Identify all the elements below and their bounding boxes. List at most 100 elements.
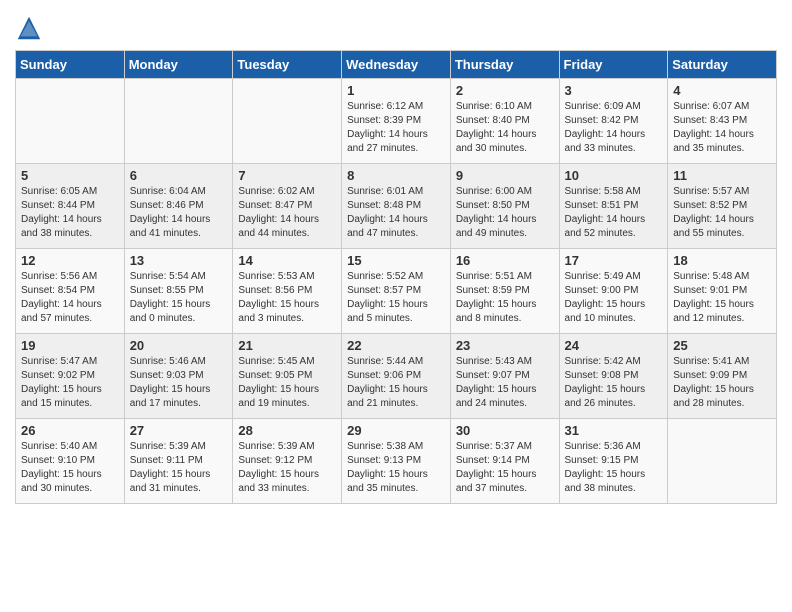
calendar-table: SundayMondayTuesdayWednesdayThursdayFrid… <box>15 50 777 504</box>
day-info: Sunrise: 5:44 AMSunset: 9:06 PMDaylight:… <box>347 355 445 411</box>
day-info: Sunrise: 5:47 AMSunset: 9:02 PMDaylight:… <box>21 355 119 411</box>
day-cell: 19 Sunrise: 5:47 AMSunset: 9:02 PMDayligh… <box>16 334 125 419</box>
day-number: 10 <box>565 168 663 183</box>
day-number: 9 <box>456 168 554 183</box>
day-number: 7 <box>238 168 336 183</box>
day-number: 2 <box>456 83 554 98</box>
day-info: Sunrise: 6:01 AMSunset: 8:48 PMDaylight:… <box>347 185 445 241</box>
day-number: 14 <box>238 253 336 268</box>
week-row-4: 19 Sunrise: 5:47 AMSunset: 9:02 PMDayligh… <box>16 334 777 419</box>
day-number: 28 <box>238 423 336 438</box>
day-info: Sunrise: 6:04 AMSunset: 8:46 PMDaylight:… <box>130 185 228 241</box>
day-cell: 28Sunrise: 5:39 AMSunset: 9:12 PMDayligh… <box>233 419 342 504</box>
day-number: 12 <box>21 253 119 268</box>
day-cell <box>16 79 125 164</box>
weekday-header-saturday: Saturday <box>668 51 777 79</box>
day-number: 6 <box>130 168 228 183</box>
day-number: 17 <box>565 253 663 268</box>
weekday-header-sunday: Sunday <box>16 51 125 79</box>
day-number: 30 <box>456 423 554 438</box>
day-cell <box>233 79 342 164</box>
day-info: Sunrise: 5:38 AMSunset: 9:13 PMDaylight:… <box>347 440 445 496</box>
day-number: 8 <box>347 168 445 183</box>
day-info: Sunrise: 5:52 AMSunset: 8:57 PMDaylight:… <box>347 270 445 326</box>
day-number: 16 <box>456 253 554 268</box>
day-number: 19 <box>21 338 119 353</box>
day-info: Sunrise: 6:12 AMSunset: 8:39 PMDaylight:… <box>347 100 445 156</box>
day-cell: 30 Sunrise: 5:37 AMSunset: 9:14 PMDayligh… <box>450 419 559 504</box>
day-cell: 25 Sunrise: 5:41 AMSunset: 9:09 PMDayligh… <box>668 334 777 419</box>
day-cell: 5 Sunrise: 6:05 AMSunset: 8:44 PMDaylight… <box>16 164 125 249</box>
day-number: 21 <box>238 338 336 353</box>
day-number: 4 <box>673 83 771 98</box>
day-cell: 12 Sunrise: 5:56 AMSunset: 8:54 PMDayligh… <box>16 249 125 334</box>
day-number: 22 <box>347 338 445 353</box>
day-info: Sunrise: 5:56 AMSunset: 8:54 PMDaylight:… <box>21 270 119 326</box>
day-cell: 17Sunrise: 5:49 AMSunset: 9:00 PMDayligh… <box>559 249 668 334</box>
day-number: 23 <box>456 338 554 353</box>
day-info: Sunrise: 6:07 AMSunset: 8:43 PMDaylight:… <box>673 100 771 156</box>
weekday-header-tuesday: Tuesday <box>233 51 342 79</box>
week-row-1: 1 Sunrise: 6:12 AMSunset: 8:39 PMDaylight… <box>16 79 777 164</box>
day-number: 25 <box>673 338 771 353</box>
weekday-header-row: SundayMondayTuesdayWednesdayThursdayFrid… <box>16 51 777 79</box>
logo-icon <box>15 14 43 42</box>
day-info: Sunrise: 5:58 AMSunset: 8:51 PMDaylight:… <box>565 185 663 241</box>
day-info: Sunrise: 5:43 AMSunset: 9:07 PMDaylight:… <box>456 355 554 411</box>
day-number: 13 <box>130 253 228 268</box>
weekday-header-monday: Monday <box>124 51 233 79</box>
day-cell: 24 Sunrise: 5:42 AMSunset: 9:08 PMDayligh… <box>559 334 668 419</box>
day-info: Sunrise: 5:57 AMSunset: 8:52 PMDaylight:… <box>673 185 771 241</box>
day-info: Sunrise: 6:02 AMSunset: 8:47 PMDaylight:… <box>238 185 336 241</box>
day-info: Sunrise: 5:41 AMSunset: 9:09 PMDaylight:… <box>673 355 771 411</box>
page: SundayMondayTuesdayWednesdayThursdayFrid… <box>0 0 792 519</box>
day-number: 3 <box>565 83 663 98</box>
day-cell: 29 Sunrise: 5:38 AMSunset: 9:13 PMDayligh… <box>342 419 451 504</box>
day-info: Sunrise: 6:00 AMSunset: 8:50 PMDaylight:… <box>456 185 554 241</box>
day-cell: 26Sunrise: 5:40 AMSunset: 9:10 PMDayligh… <box>16 419 125 504</box>
day-number: 11 <box>673 168 771 183</box>
day-cell: 23 Sunrise: 5:43 AMSunset: 9:07 PMDayligh… <box>450 334 559 419</box>
day-cell: 9 Sunrise: 6:00 AMSunset: 8:50 PMDaylight… <box>450 164 559 249</box>
day-info: Sunrise: 5:42 AMSunset: 9:08 PMDaylight:… <box>565 355 663 411</box>
day-cell: 14 Sunrise: 5:53 AMSunset: 8:56 PMDayligh… <box>233 249 342 334</box>
weekday-header-friday: Friday <box>559 51 668 79</box>
day-info: Sunrise: 5:46 AMSunset: 9:03 PMDaylight:… <box>130 355 228 411</box>
week-row-2: 5 Sunrise: 6:05 AMSunset: 8:44 PMDaylight… <box>16 164 777 249</box>
day-info: Sunrise: 5:45 AMSunset: 9:05 PMDaylight:… <box>238 355 336 411</box>
day-info: Sunrise: 5:37 AMSunset: 9:14 PMDaylight:… <box>456 440 554 496</box>
day-info: Sunrise: 6:05 AMSunset: 8:44 PMDaylight:… <box>21 185 119 241</box>
day-info: Sunrise: 5:48 AMSunset: 9:01 PMDaylight:… <box>673 270 771 326</box>
day-cell: 3 Sunrise: 6:09 AMSunset: 8:42 PMDaylight… <box>559 79 668 164</box>
day-cell: 31 Sunrise: 5:36 AMSunset: 9:15 PMDayligh… <box>559 419 668 504</box>
day-cell: 7 Sunrise: 6:02 AMSunset: 8:47 PMDaylight… <box>233 164 342 249</box>
day-cell: 11 Sunrise: 5:57 AMSunset: 8:52 PMDayligh… <box>668 164 777 249</box>
day-cell: 20 Sunrise: 5:46 AMSunset: 9:03 PMDayligh… <box>124 334 233 419</box>
day-cell: 1 Sunrise: 6:12 AMSunset: 8:39 PMDaylight… <box>342 79 451 164</box>
day-number: 27 <box>130 423 228 438</box>
day-cell: 15 Sunrise: 5:52 AMSunset: 8:57 PMDayligh… <box>342 249 451 334</box>
day-cell: 4 Sunrise: 6:07 AMSunset: 8:43 PMDaylight… <box>668 79 777 164</box>
day-info: Sunrise: 5:53 AMSunset: 8:56 PMDaylight:… <box>238 270 336 326</box>
day-cell <box>668 419 777 504</box>
day-cell: 16 Sunrise: 5:51 AMSunset: 8:59 PMDayligh… <box>450 249 559 334</box>
day-cell: 18 Sunrise: 5:48 AMSunset: 9:01 PMDayligh… <box>668 249 777 334</box>
day-number: 18 <box>673 253 771 268</box>
day-info: Sunrise: 5:51 AMSunset: 8:59 PMDaylight:… <box>456 270 554 326</box>
day-number: 29 <box>347 423 445 438</box>
day-number: 20 <box>130 338 228 353</box>
day-number: 24 <box>565 338 663 353</box>
day-cell: 22 Sunrise: 5:44 AMSunset: 9:06 PMDayligh… <box>342 334 451 419</box>
day-cell: 10 Sunrise: 5:58 AMSunset: 8:51 PMDayligh… <box>559 164 668 249</box>
day-info: Sunrise: 6:10 AMSunset: 8:40 PMDaylight:… <box>456 100 554 156</box>
day-number: 15 <box>347 253 445 268</box>
day-number: 31 <box>565 423 663 438</box>
day-info: Sunrise: 6:09 AMSunset: 8:42 PMDaylight:… <box>565 100 663 156</box>
day-number: 1 <box>347 83 445 98</box>
day-info: Sunrise: 5:36 AMSunset: 9:15 PMDaylight:… <box>565 440 663 496</box>
logo <box>15 14 45 42</box>
day-info: Sunrise: 5:39 AMSunset: 9:11 PMDaylight:… <box>130 440 228 496</box>
day-info: Sunrise: 5:54 AMSunset: 8:55 PMDaylight:… <box>130 270 228 326</box>
day-cell: 2 Sunrise: 6:10 AMSunset: 8:40 PMDaylight… <box>450 79 559 164</box>
day-number: 5 <box>21 168 119 183</box>
